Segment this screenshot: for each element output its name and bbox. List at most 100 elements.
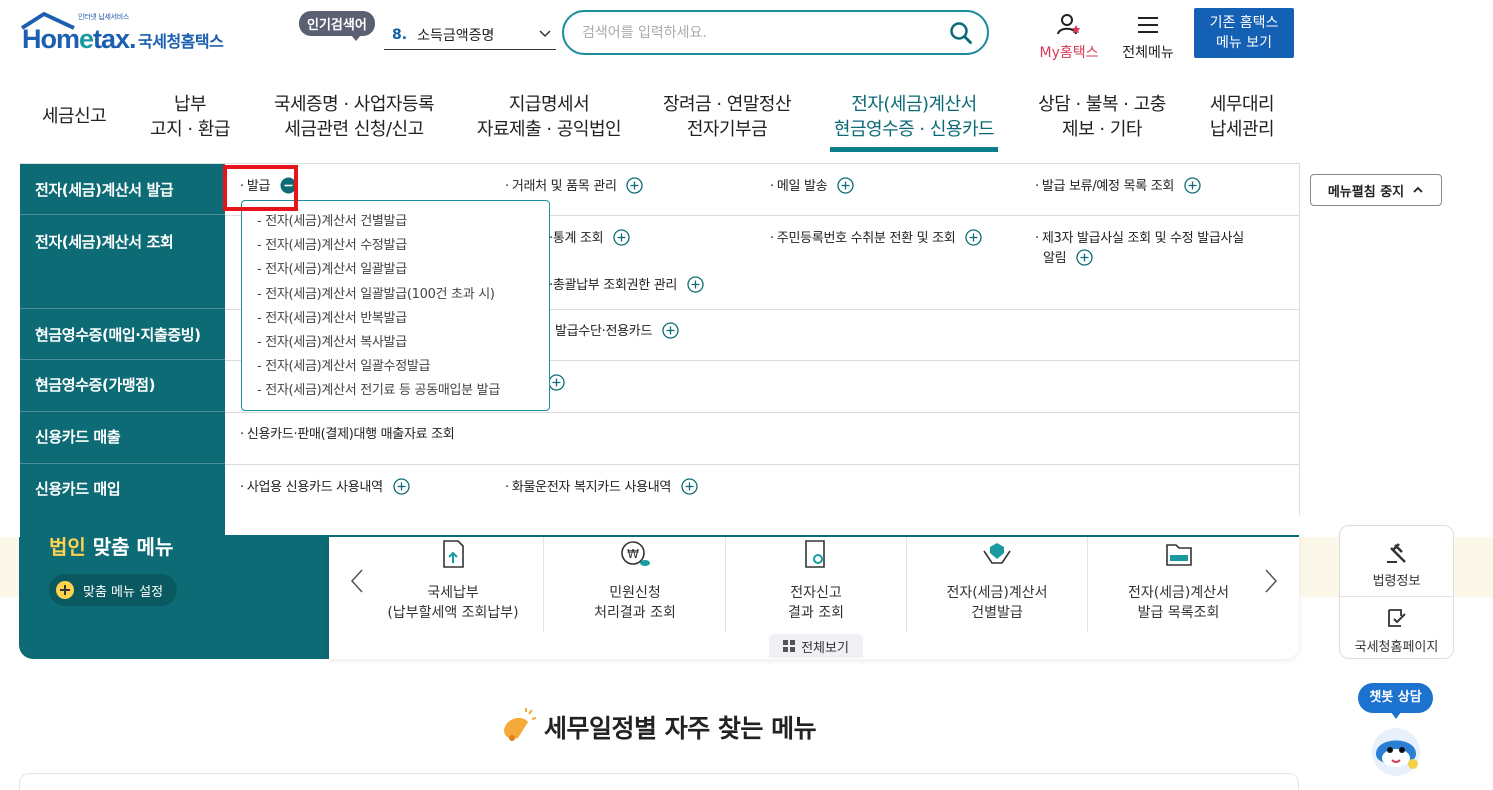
category-card-purchase[interactable]: 신용카드 매입 — [20, 464, 225, 536]
menu-cargo-card[interactable]: · 화물운전자 복지카드 사용내역 — [505, 478, 698, 498]
quick-item-invoice-issue[interactable]: 전자(세금)계산서 건별발급 — [907, 537, 1088, 632]
all-menu-label: 전체메뉴 — [1122, 45, 1174, 61]
menu-mail-send[interactable]: · 메일 발송 — [770, 177, 854, 197]
megaphone-icon — [504, 708, 536, 741]
gnb-consult[interactable]: 상담 · 불복 · 고충 제보 · 기타 — [1036, 92, 1168, 142]
menu-biz-card[interactable]: · 사업용 신용카드 사용내역 — [240, 478, 410, 498]
mega-menu-right-panel: 메뉴펼침 중지 — [1299, 163, 1493, 515]
hometax-logo[interactable]: 인터넷 납세서비스 Hometax. 국세청홈택스 — [20, 10, 235, 60]
won-coin-icon: ₩ — [621, 541, 650, 566]
quick-item-e-filing-result[interactable]: 전자신고 결과 조회 — [726, 537, 907, 632]
gnb-e-invoice[interactable]: 전자(세금)계산서 현금영수증 · 신용카드 — [830, 92, 998, 152]
gnb-certificate[interactable]: 국세증명 · 사업자등록 세금관련 신청/신고 — [272, 92, 436, 142]
plus-circle-icon — [56, 581, 74, 599]
highlight-box — [223, 165, 298, 211]
view-all-button[interactable]: 전체보기 — [769, 634, 863, 658]
submenu-item[interactable]: - 전자(세금)계산서 일괄발급(100건 초과 시) — [242, 283, 549, 307]
user-star-icon — [1057, 14, 1081, 35]
quick-item-tax-payment[interactable]: 국세납부 (납부할세액 조회납부) — [363, 537, 544, 632]
all-menu-button[interactable]: 전체메뉴 — [1116, 12, 1180, 62]
plus-circle-icon[interactable] — [681, 478, 698, 495]
chatbot-consult-button[interactable]: 챗봇 상담 — [1358, 683, 1433, 719]
category-cash-receipt-purchase[interactable]: 현금영수증(매입·지출증빙) — [20, 309, 225, 360]
logo-wordmark: Hometax. — [22, 24, 137, 54]
global-nav: 세금신고 납부 고지 · 환급 국세증명 · 사업자등록 세금관련 신청/신고 지급… — [0, 78, 1493, 164]
active-tab-indicator — [830, 147, 998, 152]
folder-icon — [1165, 544, 1192, 566]
submenu-item[interactable]: - 전자(세금)계산서 수정발급 — [242, 234, 549, 258]
plus-circle-icon[interactable] — [392, 478, 410, 495]
document-upload-icon — [443, 540, 464, 568]
side-tools-panel: 법령정보 국세청홈페이지 — [1339, 525, 1454, 659]
gnb-tax-agent[interactable]: 세무대리 납세관리 — [1206, 92, 1278, 142]
document-search-icon — [805, 540, 825, 568]
chevron-up-icon — [1413, 186, 1423, 193]
menu-partner-items[interactable]: · 거래처 및 품목 관리 — [505, 177, 644, 197]
chevron-down-icon — [539, 30, 551, 38]
menu-stats[interactable]: ·통계 조회 — [549, 229, 630, 249]
my-hometax-button[interactable]: My홈택스 — [1034, 12, 1104, 62]
search-icon[interactable] — [949, 21, 973, 45]
schedule-menu-card — [19, 773, 1299, 790]
hamburger-icon — [1138, 17, 1158, 33]
plus-circle-icon[interactable] — [613, 229, 630, 246]
popular-search-select[interactable]: 8. 소득금액증명 — [384, 20, 556, 50]
edit-document-icon — [1387, 609, 1406, 627]
grid-icon — [783, 640, 796, 652]
search-input[interactable] — [582, 12, 942, 53]
submenu-item[interactable]: - 전자(세금)계산서 전기료 등 공동매입분 발급 — [242, 379, 549, 403]
plus-circle-icon[interactable] — [662, 322, 679, 339]
hands-shield-icon — [983, 543, 1011, 564]
section-title: 세무일정별 자주 찾는 메뉴 — [498, 708, 817, 746]
custom-menu-setting-button[interactable]: 맞춤 메뉴 설정 — [49, 574, 178, 606]
menu-third-party[interactable]: · 제3자 발급사실 조회 및 수정 발급사실 알림 — [1035, 229, 1285, 269]
menu-card-sales[interactable]: · 신용카드·판매(결제)대행 매출자료 조회 — [240, 425, 455, 445]
quick-item-civil-result[interactable]: ₩ 민원신청 처리결과 조회 — [545, 537, 726, 632]
plus-circle-icon[interactable] — [1076, 249, 1093, 266]
quick-item-invoice-list[interactable]: 전자(세금)계산서 발급 목록조회 — [1088, 537, 1269, 632]
submenu-item[interactable]: - 전자(세금)계산서 반복발급 — [242, 307, 549, 331]
chatbot-mascot-icon[interactable] — [1366, 720, 1426, 780]
gnb-tax-filing[interactable]: 세금신고 — [42, 104, 107, 129]
menu-payment-card[interactable]: 발급수단·전용카드 — [555, 322, 679, 342]
plus-circle-icon[interactable] — [687, 276, 704, 293]
header: 인터넷 납세서비스 Hometax. 국세청홈택스 인기검색어 8. 소득금액증… — [0, 0, 1493, 78]
gnb-payment-statement[interactable]: 지급명세서 자료제출 · 공익법인 — [476, 92, 622, 142]
issue-submenu: - 전자(세금)계산서 건별발급 - 전자(세금)계산서 수정발급 - 전자(세… — [241, 200, 550, 411]
submenu-item[interactable]: - 전자(세금)계산서 건별발급 — [242, 210, 549, 234]
my-hometax-prefix: My — [1039, 45, 1060, 61]
submenu-item[interactable]: - 전자(세금)계산서 일괄발급 — [242, 258, 549, 282]
category-invoice-issue[interactable]: 전자(세금)계산서 발급 — [20, 164, 225, 215]
nts-homepage-button[interactable]: 국세청홈페이지 — [1340, 606, 1453, 655]
logo-korean: 국세청홈택스 — [138, 32, 224, 51]
gnb-payment[interactable]: 납부 고지 · 환급 — [150, 92, 230, 142]
popular-search-rank: 8. — [392, 26, 408, 43]
category-cash-receipt-merchant[interactable]: 현금영수증(가맹점) — [20, 360, 225, 412]
plus-circle-icon[interactable] — [965, 229, 982, 246]
gnb-incentive[interactable]: 장려금 · 연말정산 전자기부금 — [660, 92, 794, 142]
menu-rrn-query[interactable]: · 주민등록번호 수취분 전환 및 조회 — [770, 229, 982, 249]
corporate-menu-card: 법인 맞춤 메뉴 맞춤 메뉴 설정 — [19, 535, 329, 659]
law-info-button[interactable]: 법령정보 — [1340, 540, 1453, 589]
plus-circle-icon[interactable] — [548, 374, 565, 391]
search-box — [562, 10, 989, 55]
mega-menu: 전자(세금)계산서 발급 전자(세금)계산서 조회 현금영수증(매입·지출증빙)… — [20, 163, 1299, 537]
submenu-item[interactable]: - 전자(세금)계산서 일괄수정발급 — [242, 355, 549, 379]
gavel-icon — [1386, 543, 1406, 563]
submenu-item[interactable]: - 전자(세금)계산서 복사발급 — [242, 331, 549, 355]
category-invoice-query[interactable]: 전자(세금)계산서 조회 — [20, 215, 225, 309]
menu-consolidated[interactable]: ·총괄납부 조회권한 관리 — [549, 276, 704, 296]
logo-subtitle: 인터넷 납세서비스 — [78, 13, 130, 21]
popular-search-tag: 인기검색어 — [299, 11, 375, 41]
popular-search-term: 소득금액증명 — [417, 27, 495, 44]
plus-circle-icon[interactable] — [1184, 177, 1201, 194]
chevron-right-icon[interactable] — [1263, 567, 1279, 595]
category-card-sales[interactable]: 신용카드 매출 — [20, 412, 225, 464]
stop-menu-expand-button[interactable]: 메뉴펼침 중지 — [1310, 174, 1442, 206]
my-hometax-label: 홈택스 — [1059, 45, 1099, 61]
plus-circle-icon[interactable] — [626, 177, 644, 194]
plus-circle-icon[interactable] — [837, 177, 854, 194]
old-hometax-button[interactable]: 기존 홈택스 메뉴 보기 — [1194, 8, 1294, 58]
menu-hold-list[interactable]: · 발급 보류/예정 목록 조회 — [1035, 177, 1201, 197]
quick-menu-carousel: 국세납부 (납부할세액 조회납부) ₩ 민원신청 처리결과 조회 전자신고 결과 조회… — [329, 537, 1299, 659]
